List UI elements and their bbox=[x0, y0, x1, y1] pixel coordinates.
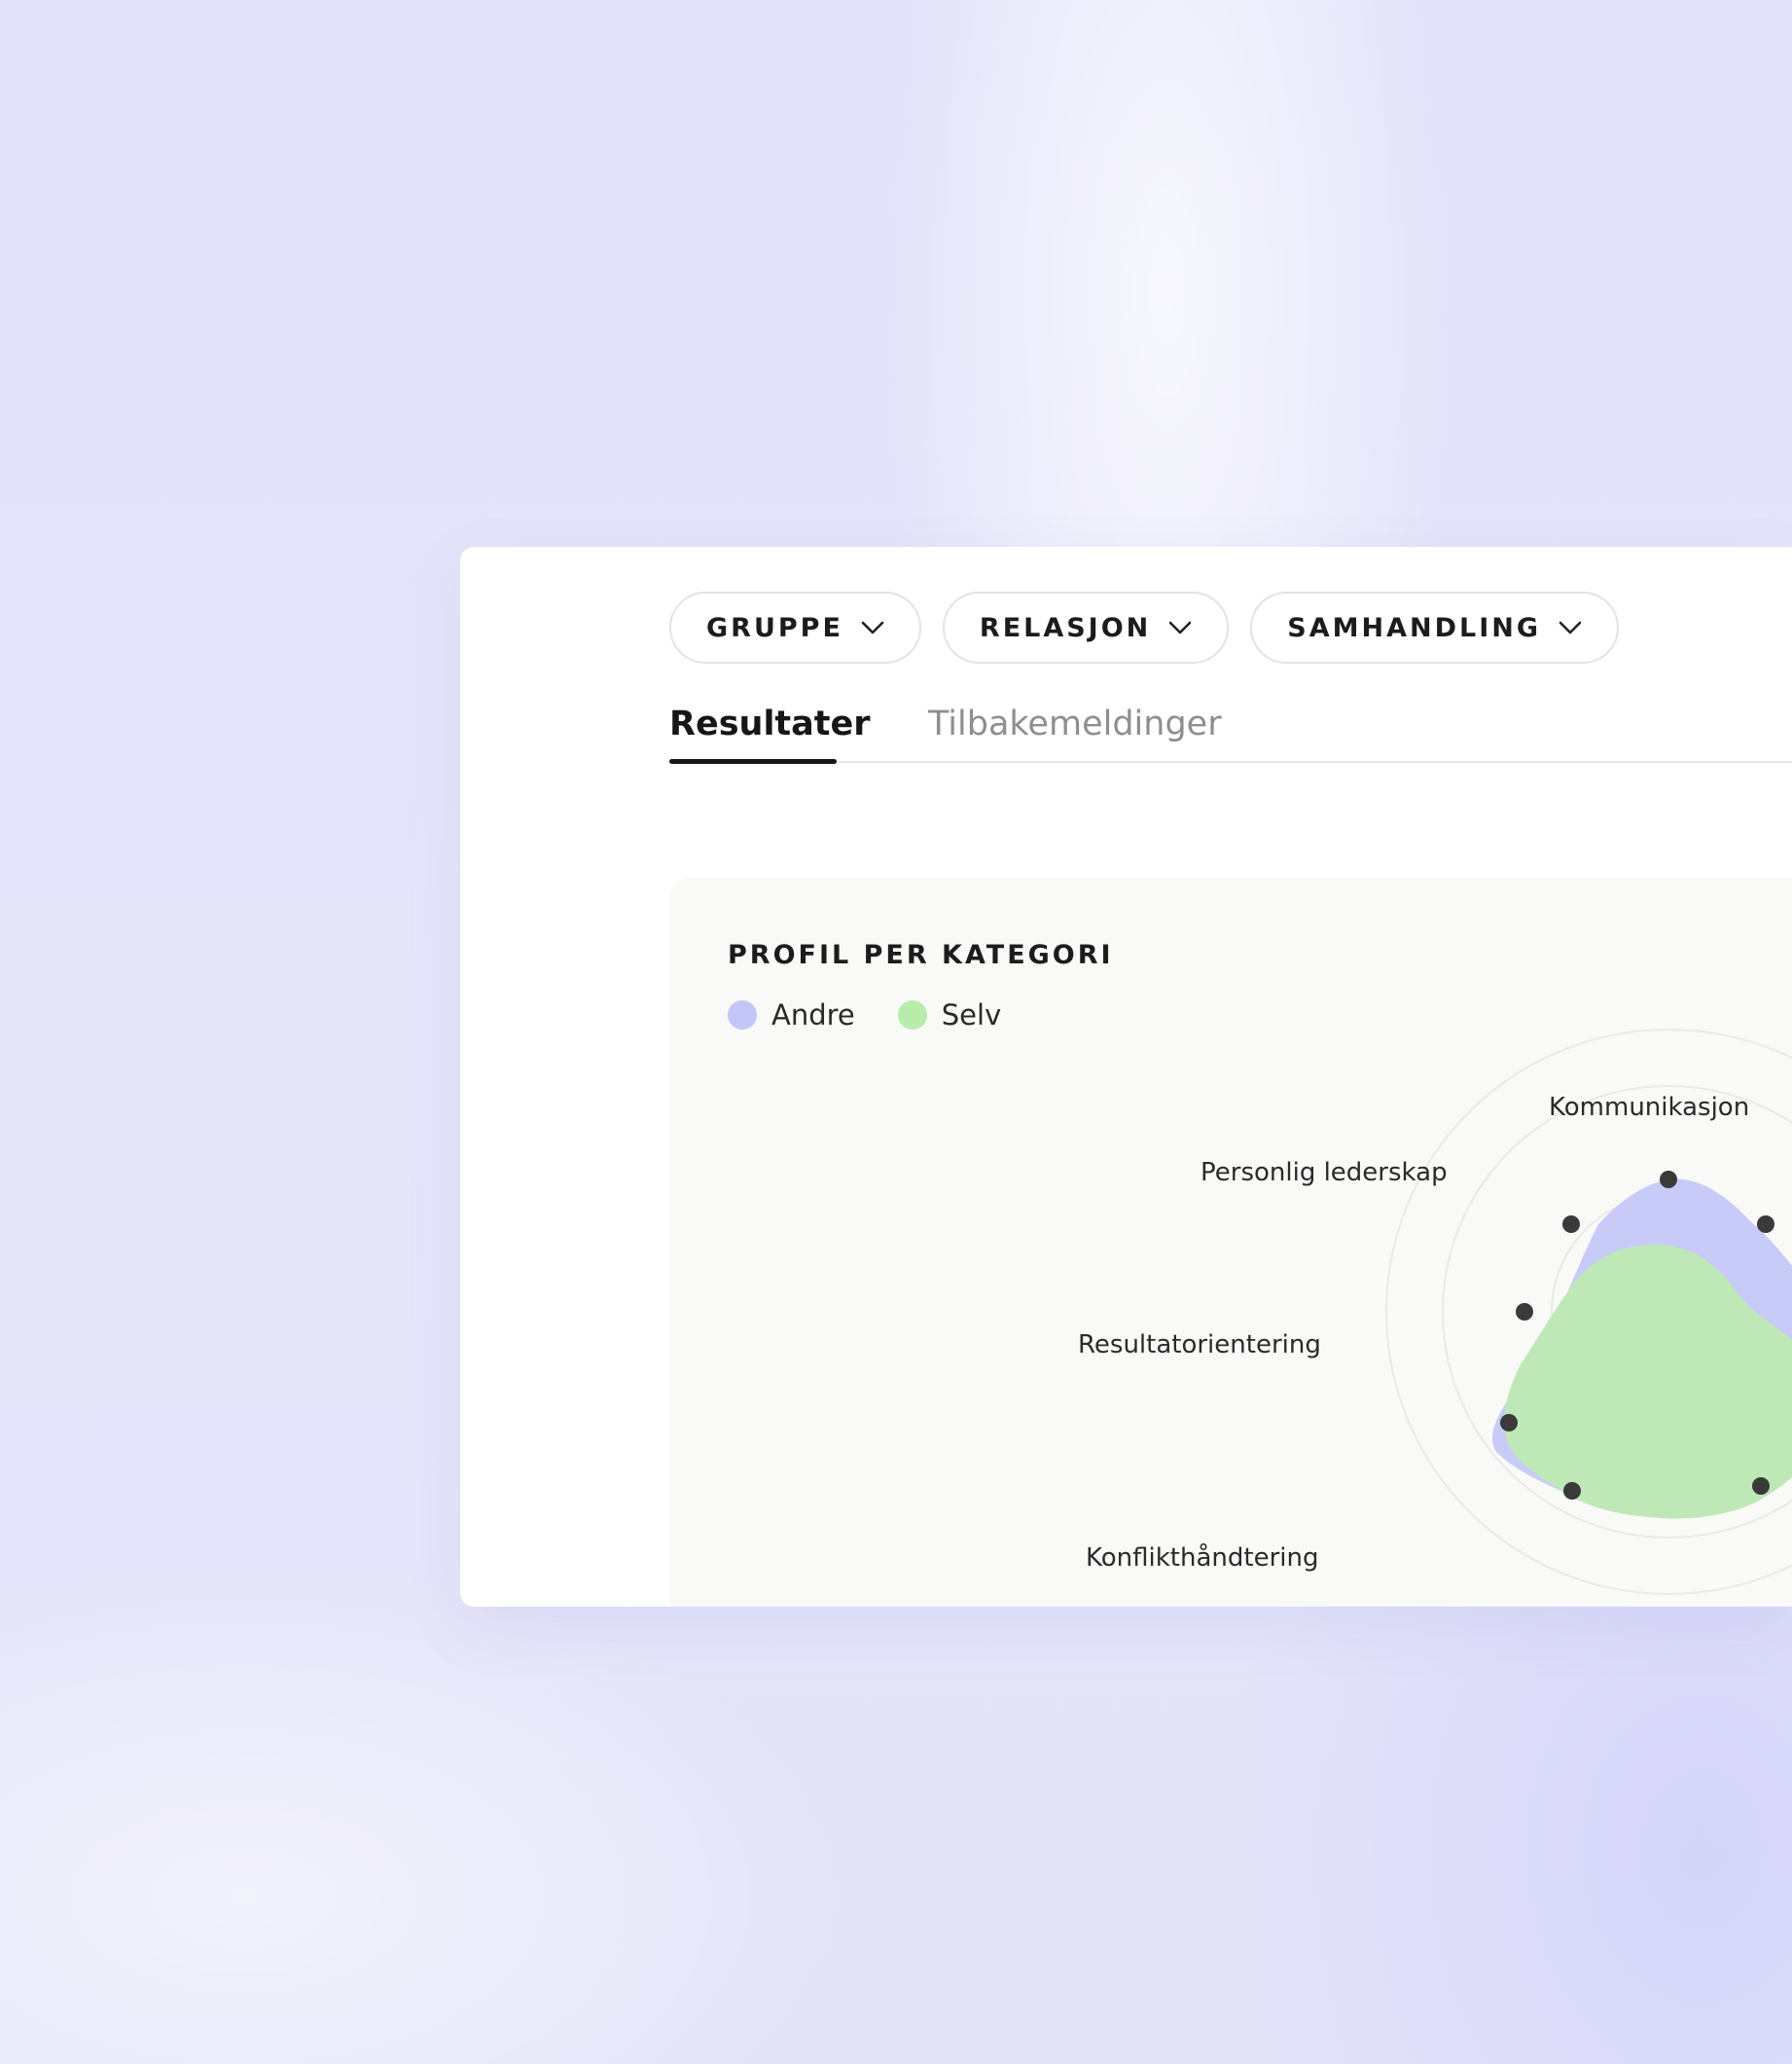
profile-panel: PROFIL PER KATEGORI Andre Selv Kommunika… bbox=[669, 878, 1792, 1607]
chevron-down-icon bbox=[861, 621, 884, 634]
axis-label-resultatorientering: Resultatorientering bbox=[1078, 1330, 1321, 1359]
chevron-down-icon bbox=[1559, 621, 1582, 634]
legend-label-andre: Andre bbox=[771, 998, 855, 1032]
filter-samhandling-dropdown[interactable]: SAMHANDLING bbox=[1250, 592, 1620, 664]
tab-resultater[interactable]: Resultater bbox=[669, 703, 871, 745]
chart-legend: Andre Selv bbox=[728, 998, 1044, 1032]
chevron-down-icon bbox=[1168, 621, 1192, 634]
legend-label-selv: Selv bbox=[941, 998, 1002, 1032]
radar-point bbox=[1516, 1303, 1533, 1321]
filter-relasjon-label: RELASJON bbox=[979, 612, 1152, 643]
tab-bar: Resultater Tilbakemeldinger bbox=[669, 703, 1792, 764]
results-card: GRUPPE RELASJON SAMHANDLING Resultater T… bbox=[460, 547, 1792, 1607]
filter-relasjon-dropdown[interactable]: RELASJON bbox=[942, 592, 1230, 664]
radar-point bbox=[1752, 1477, 1770, 1495]
panel-title: PROFIL PER KATEGORI bbox=[728, 940, 1114, 970]
radar-point bbox=[1562, 1215, 1580, 1233]
filter-samhandling-label: SAMHANDLING bbox=[1287, 612, 1542, 643]
legend-item-andre: Andre bbox=[728, 998, 855, 1032]
axis-label-personlig-lederskap: Personlig lederskap bbox=[1201, 1158, 1448, 1187]
radar-point bbox=[1660, 1171, 1677, 1188]
radar-point bbox=[1563, 1482, 1581, 1500]
legend-swatch-selv bbox=[897, 1000, 927, 1030]
axis-label-kommunikasjon: Kommunikasjon bbox=[1549, 1093, 1750, 1122]
active-tab-indicator bbox=[669, 759, 837, 764]
legend-swatch-andre bbox=[728, 1000, 757, 1030]
axis-label-konflikthandtering: Konflikthåndtering bbox=[1086, 1543, 1319, 1573]
tab-tilbakemeldinger[interactable]: Tilbakemeldinger bbox=[928, 703, 1222, 745]
filter-gruppe-label: GRUPPE bbox=[706, 612, 843, 643]
radar-point bbox=[1757, 1215, 1774, 1233]
radar-point bbox=[1500, 1414, 1518, 1431]
radar-chart bbox=[1385, 1029, 1792, 1595]
filter-bar: GRUPPE RELASJON SAMHANDLING bbox=[669, 592, 1620, 664]
legend-item-selv: Selv bbox=[897, 998, 1002, 1032]
filter-gruppe-dropdown[interactable]: GRUPPE bbox=[669, 592, 921, 664]
